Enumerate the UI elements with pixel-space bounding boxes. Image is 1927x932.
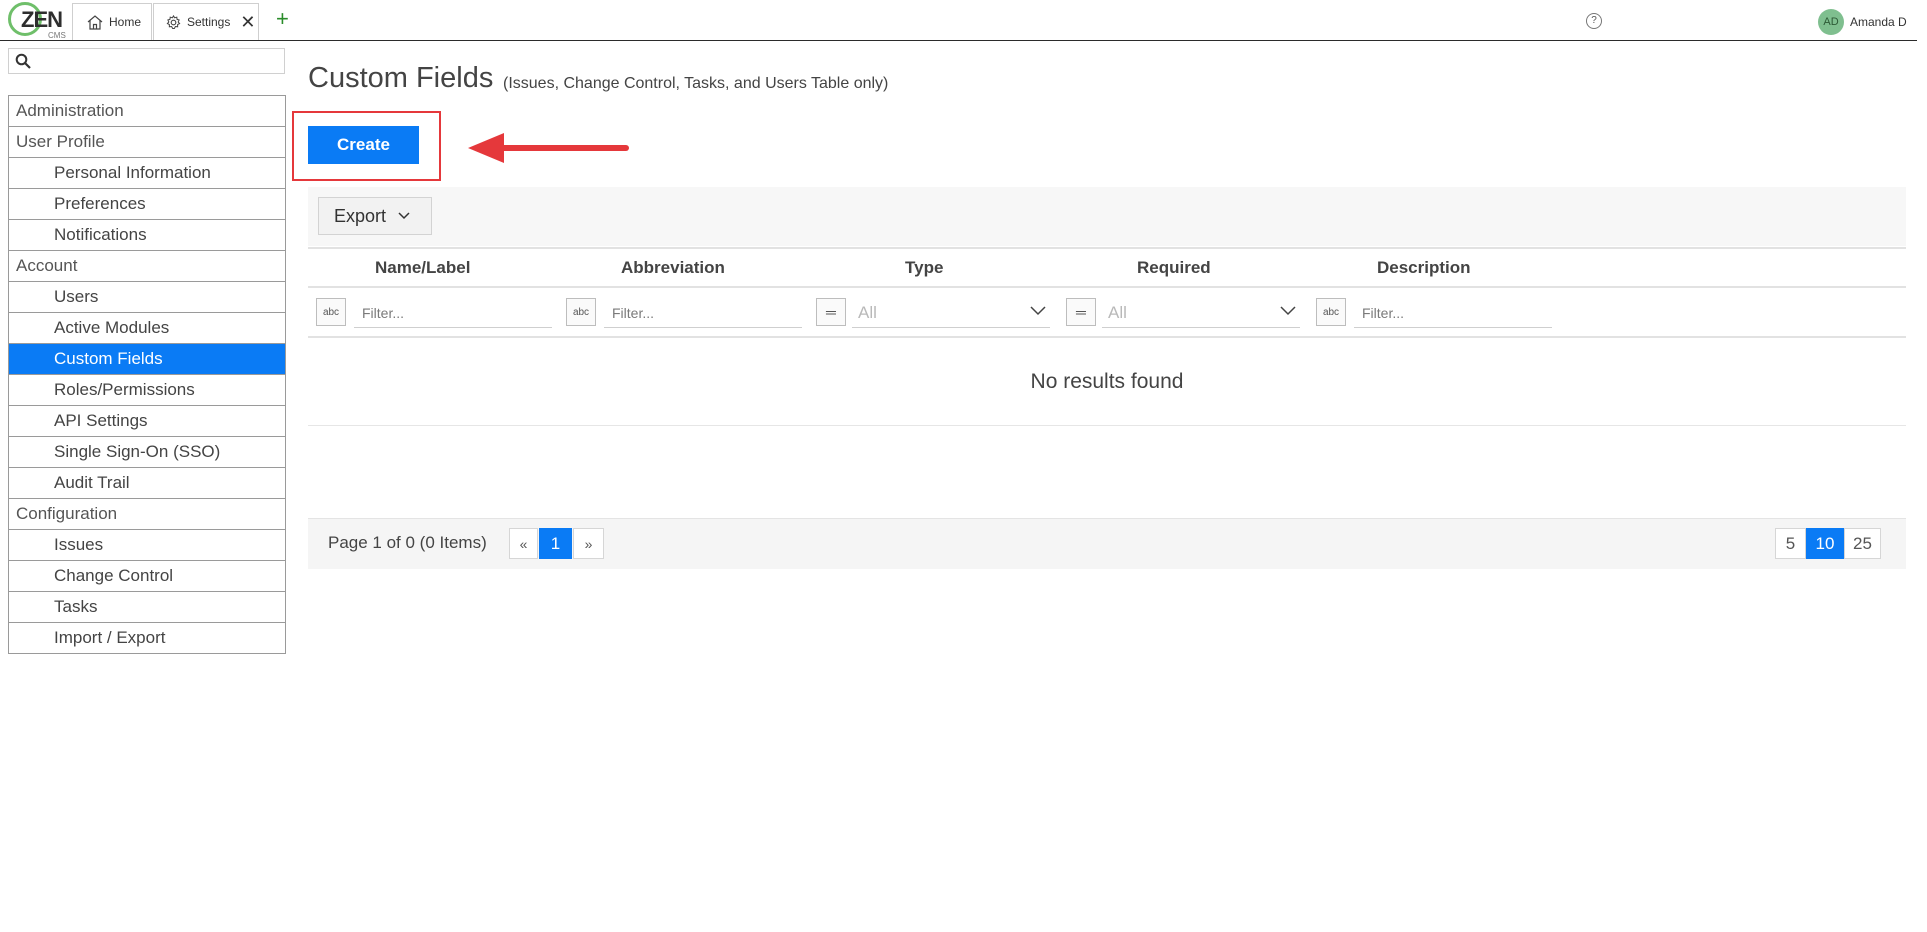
column-header-name-label[interactable]: Name/Label: [375, 258, 470, 278]
chevron-down-icon: [1030, 306, 1046, 316]
grid-toolbar: [308, 187, 1906, 246]
page-size-10[interactable]: 10: [1806, 528, 1844, 559]
chevron-down-icon: [1280, 306, 1296, 316]
sidebar-item-import-export[interactable]: Import / Export: [9, 623, 285, 654]
sidebar-item-label: Personal Information: [54, 163, 211, 182]
filter-operator-name-icon[interactable]: abc: [316, 298, 346, 326]
sidebar-item-label: Administration: [16, 101, 124, 120]
sidebar-item-label: Notifications: [54, 225, 147, 244]
tab-settings-label: Settings: [187, 15, 231, 29]
filter-operator-type-equals-icon[interactable]: ═: [816, 298, 846, 326]
zen-logo[interactable]: ZEN CMS: [8, 2, 66, 40]
sidebar-search-input[interactable]: [35, 49, 279, 73]
empty-state-text: No results found: [1030, 370, 1184, 393]
user-menu[interactable]: AD Amanda D: [1818, 9, 1907, 35]
filter-operator-abbreviation-icon[interactable]: abc: [566, 298, 596, 326]
column-header-abbreviation[interactable]: Abbreviation: [621, 258, 725, 278]
sidebar-item-sso[interactable]: Single Sign-On (SSO): [9, 437, 285, 468]
sidebar-item-user-profile[interactable]: User Profile: [9, 127, 285, 158]
filter-operator-description-icon[interactable]: abc: [1316, 298, 1346, 326]
page-subtitle: (Issues, Change Control, Tasks, and User…: [503, 75, 889, 92]
page-size-5[interactable]: 5: [1775, 528, 1806, 559]
filter-input-description[interactable]: [1354, 298, 1552, 328]
sidebar-item-change-control[interactable]: Change Control: [9, 561, 285, 592]
column-header-type[interactable]: Type: [905, 258, 943, 278]
tab-home-label: Home: [109, 15, 142, 29]
tab-settings[interactable]: Settings ✕: [153, 3, 259, 40]
grid-divider: [308, 336, 1906, 338]
sidebar-item-label: Account: [16, 256, 78, 275]
sidebar-item-label: Users: [54, 287, 99, 306]
home-icon: [87, 14, 103, 30]
sidebar-item-administration[interactable]: Administration: [9, 96, 285, 127]
sidebar-item-label: Custom Fields: [54, 349, 163, 368]
pager-next-button[interactable]: »: [573, 528, 604, 559]
chevron-down-icon: [398, 212, 410, 220]
filter-input-name[interactable]: [354, 298, 552, 328]
page-info: Page 1 of 0 (0 Items): [328, 533, 487, 552]
column-header-description[interactable]: Description: [1377, 258, 1471, 278]
sidebar-item-label: Change Control: [54, 566, 174, 585]
sidebar-item-label: Import / Export: [54, 628, 166, 647]
filter-select-type-value: All: [858, 302, 877, 322]
page-title: Custom Fields: [308, 62, 494, 94]
sidebar-item-notifications[interactable]: Notifications: [9, 220, 285, 251]
sidebar-item-configuration[interactable]: Configuration: [9, 499, 285, 530]
sidebar-item-custom-fields[interactable]: Custom Fields: [9, 344, 285, 375]
settings-menu: Administration User Profile Personal Inf…: [8, 95, 286, 654]
top-bar: ZEN CMS Home Settings ✕ + ? AD Amanda D: [0, 0, 1917, 41]
column-header-required[interactable]: Required: [1137, 258, 1211, 278]
sidebar-item-api-settings[interactable]: API Settings: [9, 406, 285, 437]
help-icon[interactable]: ?: [1586, 13, 1602, 29]
filter-operator-required-equals-icon[interactable]: ═: [1066, 298, 1096, 326]
sidebar-item-label: Preferences: [54, 194, 146, 213]
avatar: AD: [1818, 9, 1844, 35]
grid-divider: [308, 425, 1906, 426]
sidebar-item-users[interactable]: Users: [9, 282, 285, 313]
sidebar-item-label: Issues: [54, 535, 104, 554]
page-size-25[interactable]: 25: [1844, 528, 1881, 559]
user-name: Amanda D: [1850, 15, 1907, 29]
sidebar-item-personal-information[interactable]: Personal Information: [9, 158, 285, 189]
close-icon[interactable]: ✕: [240, 13, 255, 31]
create-button[interactable]: Create: [308, 126, 419, 164]
search-icon: [15, 53, 31, 69]
red-arrow-annotation: [468, 133, 629, 163]
filter-select-type[interactable]: All: [852, 298, 1050, 328]
grid-divider: [308, 286, 1906, 288]
logo-subtext: CMS: [48, 31, 66, 40]
pager-prev-button[interactable]: «: [509, 528, 538, 559]
filter-input-abbreviation[interactable]: [604, 298, 802, 328]
filter-select-required-value: All: [1108, 302, 1127, 322]
sidebar-search[interactable]: [8, 48, 285, 74]
sidebar-item-label: Single Sign-On (SSO): [54, 442, 221, 461]
sidebar-item-label: Active Modules: [54, 318, 170, 337]
sidebar-item-label: Audit Trail: [54, 473, 130, 492]
sidebar-item-label: API Settings: [54, 411, 148, 430]
sidebar-item-account[interactable]: Account: [9, 251, 285, 282]
sidebar-item-label: Roles/Permissions: [54, 380, 195, 399]
sidebar-item-preferences[interactable]: Preferences: [9, 189, 285, 220]
sidebar-item-audit-trail[interactable]: Audit Trail: [9, 468, 285, 499]
export-button[interactable]: Export: [318, 197, 432, 235]
sidebar-item-label: User Profile: [16, 132, 105, 151]
sidebar-item-issues[interactable]: Issues: [9, 530, 285, 561]
gear-icon: [166, 14, 181, 29]
sidebar-item-label: Tasks: [54, 597, 98, 616]
new-tab-plus-icon[interactable]: +: [276, 8, 289, 30]
pager-page-1[interactable]: 1: [539, 528, 572, 559]
sidebar-item-tasks[interactable]: Tasks: [9, 592, 285, 623]
filter-select-required[interactable]: All: [1102, 298, 1300, 328]
sidebar-item-label: Configuration: [16, 504, 118, 523]
logo-text: ZEN: [21, 7, 63, 32]
sidebar-item-roles-permissions[interactable]: Roles/Permissions: [9, 375, 285, 406]
sidebar-item-active-modules[interactable]: Active Modules: [9, 313, 285, 344]
export-label: Export: [334, 205, 387, 226]
grid-divider: [308, 247, 1906, 249]
tab-home[interactable]: Home: [72, 3, 152, 40]
